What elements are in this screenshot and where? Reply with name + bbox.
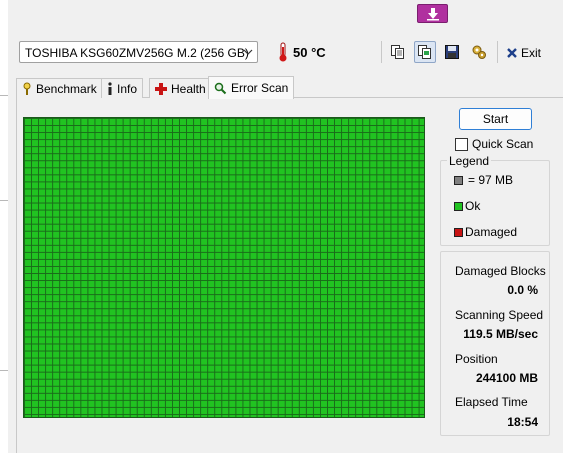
- tab-health[interactable]: Health: [149, 78, 212, 98]
- download-icon[interactable]: [417, 4, 448, 23]
- legend-item-block-size: = 97 MB: [454, 173, 513, 187]
- elapsed-time-label: Elapsed Time: [455, 395, 528, 409]
- scanning-speed-value: 119.5 MB/sec: [463, 327, 538, 341]
- legend-item-label: Ok: [465, 199, 481, 213]
- red-swatch: [454, 227, 463, 237]
- toolbar-separator: [381, 41, 382, 63]
- tab-info[interactable]: Info: [101, 78, 144, 98]
- damaged-blocks-label: Damaged Blocks: [455, 264, 546, 278]
- legend-item-label: Damaged: [465, 225, 518, 239]
- scan-block-grid: [23, 117, 425, 418]
- save-button[interactable]: [441, 41, 463, 63]
- quick-scan-checkbox[interactable]: Quick Scan: [455, 137, 533, 151]
- error-scan-icon: [214, 82, 227, 94]
- checkbox-box[interactable]: [455, 137, 468, 151]
- tab-info-label: Info: [117, 81, 138, 96]
- legend-item-ok: Ok: [454, 199, 480, 213]
- exit-label: Exit: [521, 46, 542, 60]
- options-icon: [472, 45, 486, 59]
- toolbar-separator: [497, 41, 498, 63]
- start-button[interactable]: Start: [459, 108, 532, 130]
- tab-health-label: Health: [171, 81, 206, 96]
- copy-text-button[interactable]: [387, 41, 409, 63]
- start-button-label: Start: [482, 112, 509, 126]
- elapsed-time-value: 18:54: [507, 415, 538, 429]
- options-button[interactable]: [468, 41, 490, 63]
- quick-scan-label: Quick Scan: [472, 137, 534, 151]
- position-label: Position: [455, 352, 498, 366]
- temperature-value: 50 °C: [293, 45, 326, 60]
- health-icon: [155, 82, 167, 95]
- legend-item-damaged: Damaged: [454, 225, 517, 239]
- tab-error-scan-label: Error Scan: [231, 81, 289, 95]
- scanning-speed-label: Scanning Speed: [455, 308, 544, 322]
- copy-screenshot-icon: [418, 45, 431, 59]
- legend-item-label: = 97 MB: [468, 173, 514, 187]
- chevron-down-icon: [243, 46, 253, 60]
- position-value: 244100 MB: [475, 371, 538, 385]
- gray-swatch: [454, 175, 463, 185]
- save-icon: [445, 45, 459, 59]
- legend-title: Legend: [447, 154, 492, 168]
- left-window-edge: [0, 0, 8, 453]
- tab-benchmark[interactable]: Benchmark: [16, 78, 103, 98]
- drive-select[interactable]: TOSHIBA KSG60ZMV256G M.2 (256 GB): [19, 41, 258, 63]
- green-swatch: [454, 201, 463, 211]
- info-icon: [108, 81, 112, 95]
- tab-benchmark-label: Benchmark: [36, 81, 97, 96]
- damaged-blocks-value: 0.0 %: [507, 283, 538, 297]
- exit-button[interactable]: Exit: [506, 42, 541, 64]
- exit-icon: [507, 48, 517, 58]
- drive-select-value: TOSHIBA KSG60ZMV256G M.2 (256 GB): [25, 46, 249, 60]
- benchmark-icon: [23, 82, 31, 95]
- copy-screenshot-button[interactable]: [414, 41, 436, 63]
- tab-error-scan[interactable]: Error Scan: [208, 76, 295, 99]
- thermometer-icon: [278, 42, 288, 65]
- copy-text-icon: [391, 45, 404, 59]
